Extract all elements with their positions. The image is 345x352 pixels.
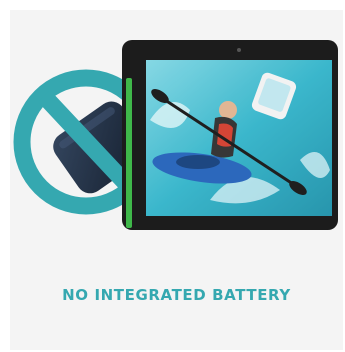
feature-caption: NO INTEGRATED BATTERY (62, 286, 291, 304)
feature-card: NO INTEGRATED BATTERY (10, 10, 343, 350)
tablet-camera (237, 48, 241, 52)
tablet-led-strip (126, 78, 132, 228)
tablet-device (122, 40, 338, 230)
feature-illustration (13, 40, 338, 230)
